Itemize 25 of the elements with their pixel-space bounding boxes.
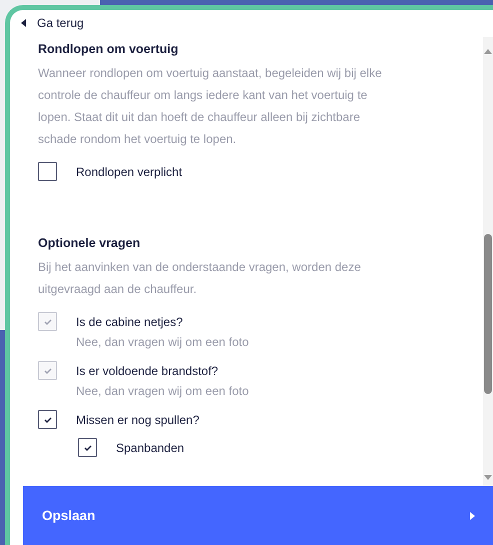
- scroll-up-icon[interactable]: [484, 49, 492, 54]
- section-description: Wanneer rondlopen om voertuig aanstaat, begeleiden wij bij elke controle de chauffeur om langs iedere kant van het voertuig te lopen. Staat dit uit dan hoeft de chauffeur alleen bij zichtbare schade rondom het voertuig te lopen.: [38, 65, 383, 148]
- option-hint: Nee, dan vragen wij om een foto: [76, 335, 250, 349]
- option-hint: Nee, dan vragen wij om een foto: [76, 384, 250, 398]
- save-button[interactable]: Opslaan: [23, 486, 493, 545]
- checkbox[interactable]: [38, 162, 57, 181]
- checkbox-label: Missen er nog spullen?: [76, 412, 200, 426]
- section-title: Rondlopen om voertuig: [38, 41, 180, 58]
- back-arrow-icon: [21, 19, 26, 27]
- check-icon: [44, 318, 52, 324]
- checkbox-label: Rondlopen verplicht: [76, 164, 182, 178]
- check-icon: [44, 416, 52, 422]
- checkbox[interactable]: [78, 438, 97, 457]
- checkbox-label: Is er voldoende brandstof?: [76, 364, 218, 378]
- check-icon: [84, 444, 92, 450]
- check-icon: [44, 368, 52, 374]
- forward-arrow-icon: [470, 512, 475, 520]
- section-description: Bij het aanvinken van de onderstaande vragen, worden deze uitgevraagd aan de chauffeur.: [38, 259, 362, 298]
- back-link[interactable]: Ga terug: [10, 10, 493, 31]
- checkbox[interactable]: [38, 410, 57, 429]
- section-title: Optionele vragen: [38, 235, 142, 252]
- scrollbar[interactable]: [483, 37, 493, 486]
- checkbox-label: Spanbanden: [116, 440, 184, 454]
- scroll-down-icon[interactable]: [484, 475, 492, 480]
- checkbox-label: Is de cabine netjes?: [76, 314, 183, 328]
